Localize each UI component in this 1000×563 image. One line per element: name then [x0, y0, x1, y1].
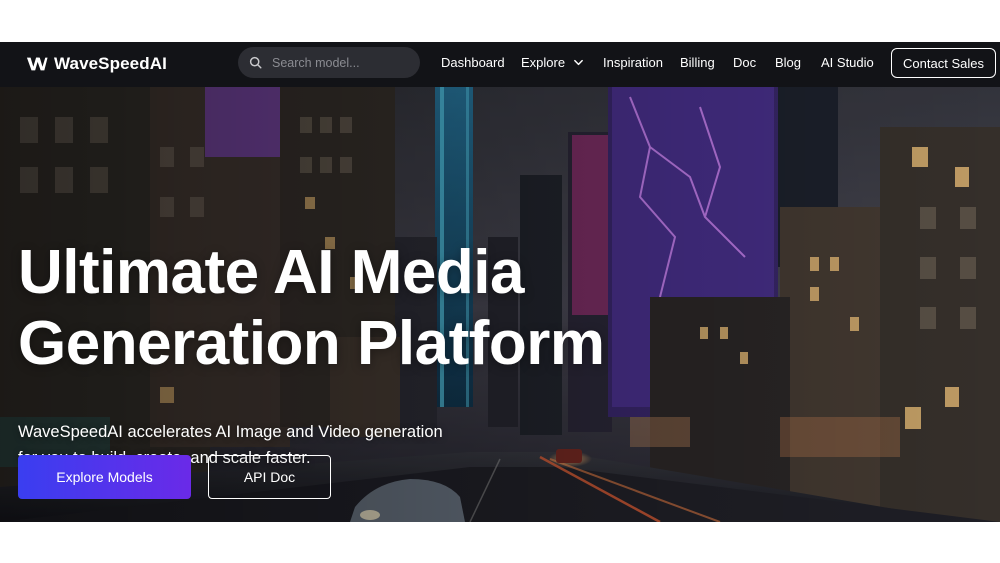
hero-title-line-1: Ultimate AI Media — [18, 238, 524, 307]
nav-explore[interactable]: Explore — [521, 55, 584, 70]
api-doc-button[interactable]: API Doc — [208, 455, 331, 499]
nav-inspiration[interactable]: Inspiration — [603, 55, 663, 70]
nav-explore-label: Explore — [521, 55, 566, 70]
hero-subtitle-line-1: WaveSpeedAI accelerates AI Image and Vid… — [18, 423, 443, 441]
nav-ai-studio[interactable]: AI Studio — [821, 55, 874, 70]
nav-dashboard[interactable]: Dashboard — [441, 55, 505, 70]
brand-name: WaveSpeedAI — [54, 54, 167, 73]
chevron-down-icon — [574, 59, 583, 66]
search-input[interactable] — [272, 55, 402, 70]
nav-doc[interactable]: Doc — [733, 55, 756, 70]
top-navbar: WaveSpeedAI Dashboard Explore Inspiratio… — [0, 42, 1000, 87]
hero-title-line-2: Generation Platform — [18, 309, 605, 378]
nav-blog[interactable]: Blog — [775, 55, 801, 70]
search-bar[interactable] — [238, 47, 420, 78]
contact-sales-button[interactable]: Contact Sales — [891, 48, 996, 78]
brand[interactable]: WaveSpeedAI — [26, 53, 167, 75]
browser-viewport: WaveSpeedAI Dashboard Explore Inspiratio… — [0, 42, 1000, 522]
wave-logo-icon — [26, 57, 48, 71]
nav-billing[interactable]: Billing — [680, 55, 715, 70]
search-icon — [249, 56, 262, 69]
hero-title: Ultimate AI Media Generation Platform — [18, 237, 605, 379]
explore-models-button[interactable]: Explore Models — [18, 455, 191, 499]
